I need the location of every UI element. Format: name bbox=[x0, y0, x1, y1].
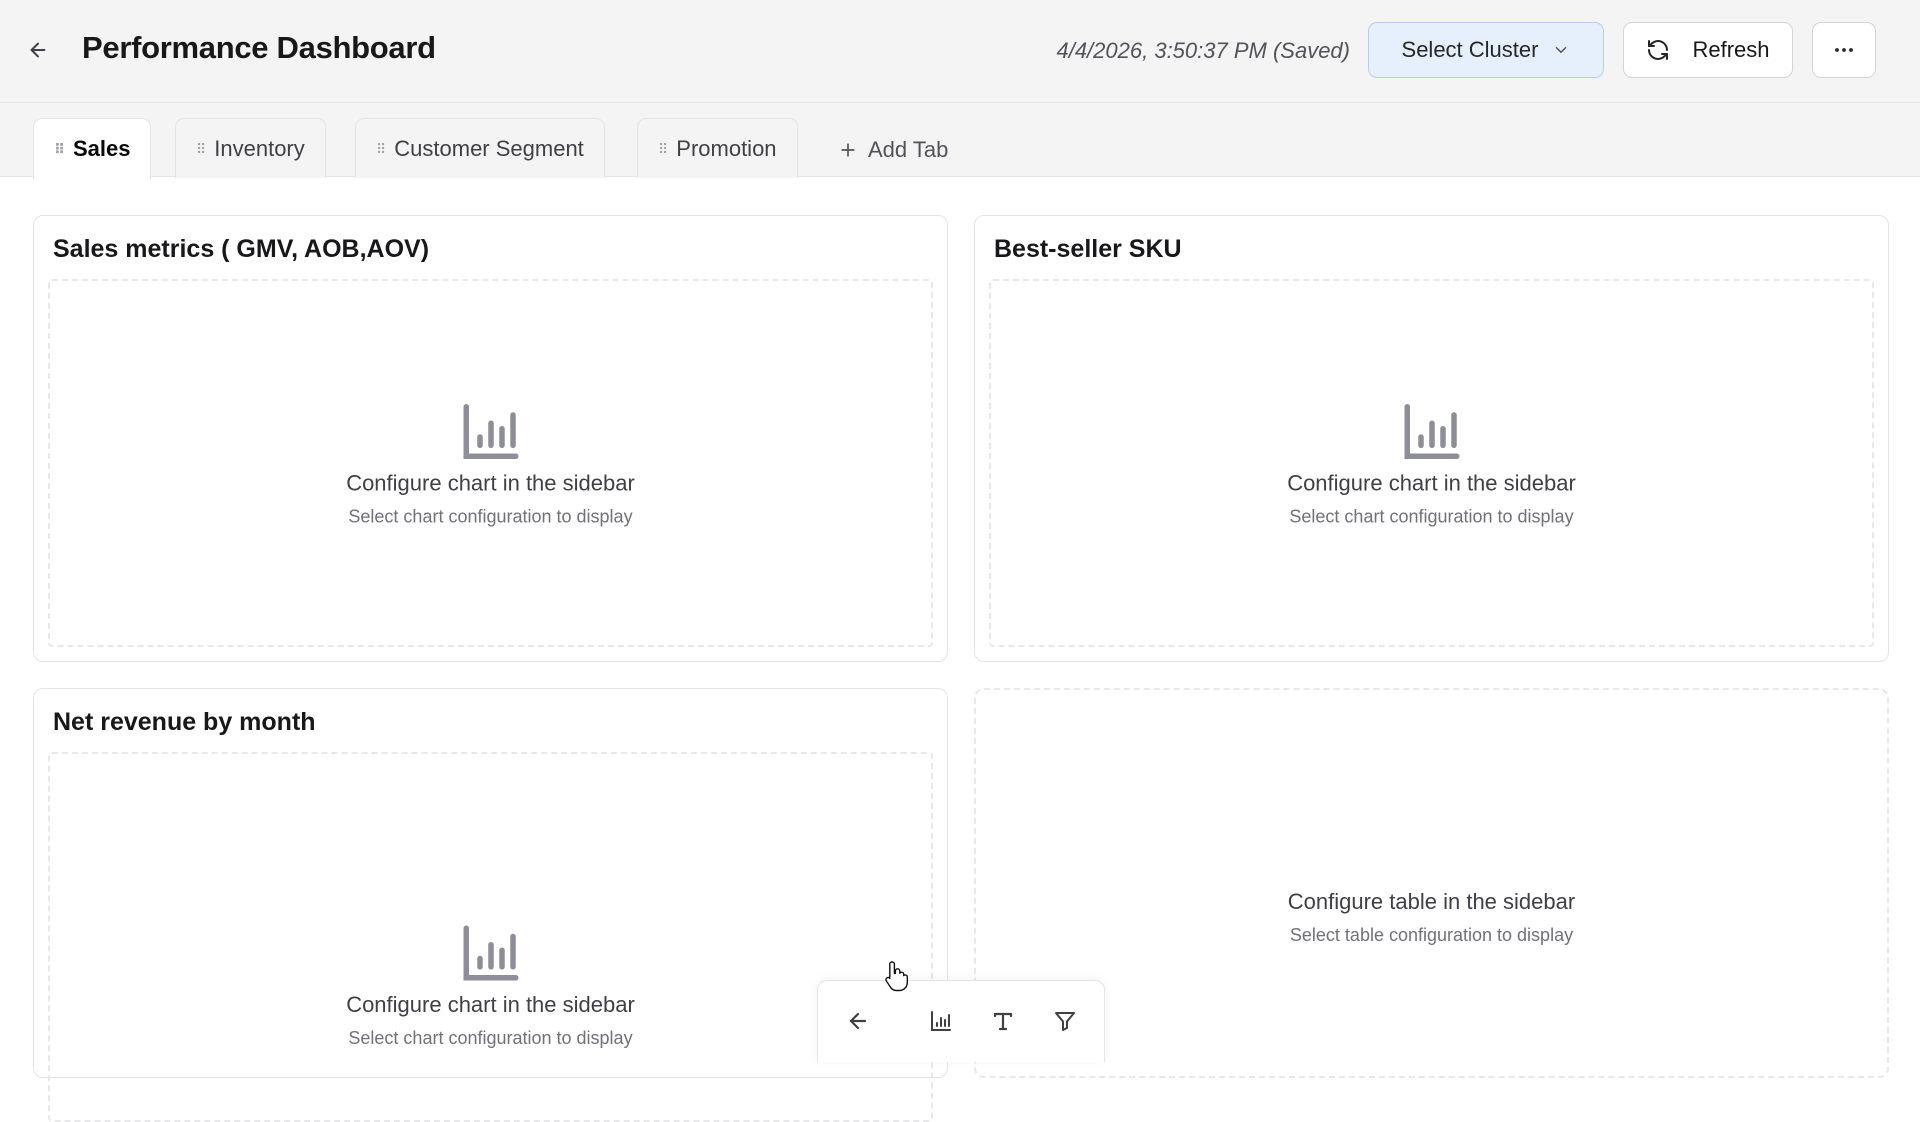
refresh-label: Refresh bbox=[1692, 37, 1770, 62]
drag-handle-icon[interactable]: ⠿ bbox=[196, 142, 206, 156]
select-cluster-label: Select Cluster bbox=[1401, 37, 1539, 62]
bar-chart-icon bbox=[1404, 404, 1459, 459]
tab-bar: ⠿ Sales ⠿ Inventory ⠿ Customer Segment ⠿… bbox=[0, 103, 1920, 179]
placeholder-hint: Select table configuration to display bbox=[1289, 925, 1574, 945]
select-cluster-button[interactable]: Select Cluster bbox=[1368, 22, 1604, 78]
add-chart-button[interactable] bbox=[921, 1001, 961, 1041]
widget-best-seller-sku[interactable]: Best-seller SKU Configure chart in the s… bbox=[974, 215, 1889, 662]
tab-sales[interactable]: ⠿ Sales bbox=[33, 118, 152, 179]
placeholder-message: Configure table in the sidebar bbox=[1287, 889, 1576, 914]
chart-placeholder[interactable]: Configure chart in the sidebar Select ch… bbox=[48, 279, 933, 647]
chevron-down-icon bbox=[1556, 47, 1567, 53]
hand-cursor-icon bbox=[885, 961, 908, 992]
placeholder-message: Configure chart in the sidebar bbox=[346, 470, 635, 496]
page-title: Performance Dashboard bbox=[82, 30, 436, 65]
placeholder-message: Configure chart in the sidebar bbox=[1287, 470, 1576, 496]
tab-inventory[interactable]: ⠿ Inventory bbox=[175, 118, 326, 178]
plus-icon bbox=[841, 143, 855, 157]
arrow-left-icon bbox=[849, 1012, 867, 1030]
chart-placeholder[interactable]: Configure chart in the sidebar Select ch… bbox=[989, 279, 1874, 647]
bar-chart-icon bbox=[463, 404, 518, 459]
drag-handle-icon[interactable]: ⠿ bbox=[658, 142, 668, 156]
more-options-button[interactable] bbox=[1812, 22, 1876, 78]
table-placeholder[interactable]: Configure table in the sidebar Select ta… bbox=[976, 883, 1887, 946]
widget-title: Best-seller SKU bbox=[994, 235, 1182, 263]
tab-label: Inventory bbox=[214, 135, 305, 161]
placeholder-hint: Select chart configuration to display bbox=[1289, 506, 1574, 527]
placeholder-message: Configure chart in the sidebar bbox=[346, 992, 635, 1017]
tab-label: Promotion bbox=[676, 135, 777, 161]
text-icon bbox=[993, 1012, 1013, 1031]
bar-chart-icon bbox=[463, 925, 518, 981]
back-button[interactable] bbox=[22, 32, 54, 68]
refresh-button[interactable]: Refresh bbox=[1623, 22, 1793, 78]
tab-promotion[interactable]: ⠿ Promotion bbox=[637, 118, 798, 178]
arrow-left-icon bbox=[30, 42, 46, 58]
add-text-button[interactable] bbox=[983, 1001, 1023, 1041]
widget-net-revenue-by-month[interactable]: Net revenue by month Configure chart in … bbox=[33, 688, 948, 1122]
header: Performance Dashboard 4/4/2026, 3:50:37 … bbox=[0, 0, 1920, 103]
tab-customer-segment[interactable]: ⠿ Customer Segment bbox=[355, 118, 605, 178]
add-tab-label: Add Tab bbox=[868, 137, 949, 162]
add-tab-button[interactable]: Add Tab bbox=[838, 133, 948, 167]
chart-placeholder[interactable]: Configure chart in the sidebar Select ch… bbox=[48, 752, 933, 1122]
drag-handle-icon[interactable]: ⠿ bbox=[54, 142, 65, 156]
tab-label: Sales bbox=[72, 136, 131, 161]
bar-chart-icon bbox=[931, 1011, 951, 1031]
drag-handle-icon[interactable]: ⠿ bbox=[376, 142, 386, 156]
placeholder-hint: Select chart configuration to display bbox=[348, 1028, 633, 1048]
widget-table[interactable]: Configure table in the sidebar Select ta… bbox=[974, 688, 1889, 1078]
filter-icon bbox=[1055, 1012, 1075, 1031]
more-horizontal-icon bbox=[1835, 48, 1853, 52]
widget-title: Net revenue by month bbox=[53, 708, 316, 736]
refresh-icon bbox=[1648, 40, 1669, 60]
floating-toolbar bbox=[817, 980, 1105, 1062]
saved-status: 4/4/2026, 3:50:37 PM (Saved) bbox=[1056, 38, 1350, 63]
tab-label: Customer Segment bbox=[394, 135, 584, 161]
widget-sales-metrics[interactable]: Sales metrics ( GMV, AOB,AOV) Configure … bbox=[33, 215, 948, 662]
toolbar-back-button[interactable] bbox=[838, 1001, 878, 1041]
placeholder-hint: Select chart configuration to display bbox=[348, 506, 633, 527]
widget-title: Sales metrics ( GMV, AOB,AOV) bbox=[53, 235, 430, 263]
add-filter-button[interactable] bbox=[1045, 1001, 1085, 1041]
